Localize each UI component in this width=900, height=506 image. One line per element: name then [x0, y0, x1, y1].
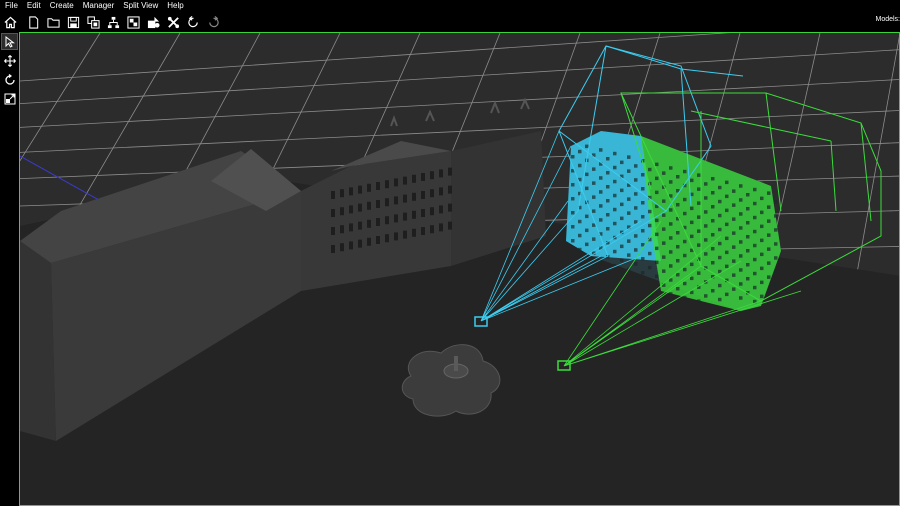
move-tool-button[interactable] [2, 53, 17, 68]
menu-create[interactable]: Create [50, 0, 74, 12]
redo-icon [209, 15, 219, 27]
hierarchy-button[interactable] [105, 14, 122, 31]
new-file-button[interactable] [25, 14, 42, 31]
menu-edit[interactable]: Edit [27, 0, 41, 12]
home-icon [4, 16, 17, 28]
copy-button[interactable] [85, 14, 102, 31]
scene-button[interactable] [125, 14, 142, 31]
tools-icon [167, 16, 180, 28]
menu-help[interactable]: Help [167, 0, 183, 12]
left-tool-panel [0, 32, 19, 506]
undo-button[interactable] [185, 14, 202, 31]
rotate-tool-button[interactable] [2, 72, 17, 87]
open-folder-icon [47, 17, 60, 28]
scale-icon [4, 93, 15, 104]
scene-canvas[interactable] [20, 33, 900, 506]
tools-button[interactable] [165, 14, 182, 31]
save-icon [67, 16, 80, 28]
select-arrow-icon [5, 35, 15, 48]
toolbar: Models: [0, 12, 900, 32]
hierarchy-icon [107, 16, 120, 28]
home-button[interactable] [2, 14, 19, 31]
models-label: Models: [875, 16, 900, 23]
save-button[interactable] [65, 14, 82, 31]
copy-icon [87, 15, 100, 29]
shapes-icon [147, 16, 160, 28]
open-folder-button[interactable] [45, 14, 62, 31]
scale-tool-button[interactable] [2, 91, 17, 106]
3d-viewport[interactable] [19, 32, 900, 506]
undo-icon [188, 15, 198, 27]
menu-bar: File Edit Create Manager Split View Help [0, 0, 900, 12]
select-tool-button[interactable] [1, 33, 18, 50]
shapes-button[interactable] [145, 14, 162, 31]
new-file-icon [29, 15, 39, 29]
menu-manager[interactable]: Manager [83, 0, 115, 12]
rotate-icon [4, 73, 15, 85]
menu-split-view[interactable]: Split View [123, 0, 158, 12]
scene-icon [127, 15, 140, 29]
menu-file[interactable]: File [5, 0, 18, 12]
move-icon [3, 54, 16, 67]
redo-button[interactable] [205, 14, 222, 31]
